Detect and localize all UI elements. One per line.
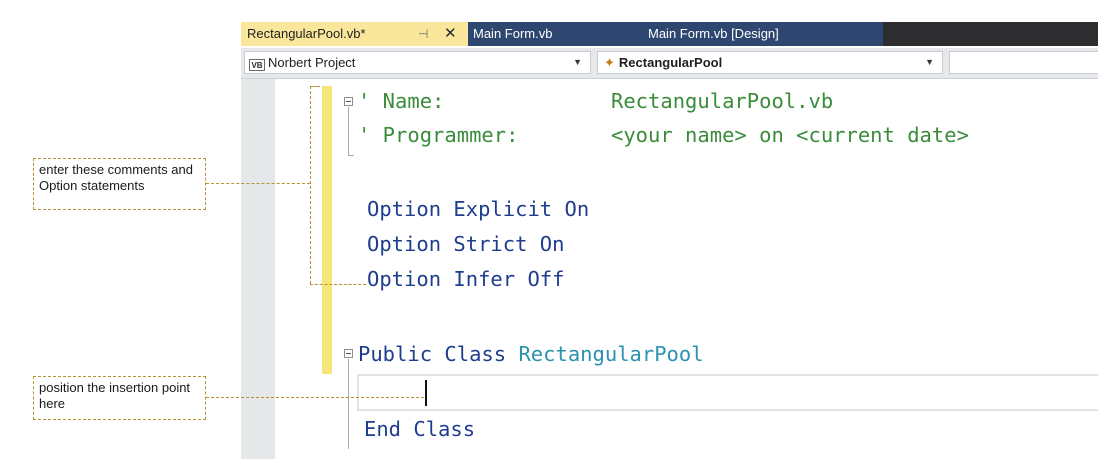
pin-icon[interactable]: ⊣ — [418, 22, 428, 46]
tab-label: RectangularPool.vb* — [247, 26, 366, 41]
current-line-highlight[interactable] — [357, 374, 1098, 411]
outline-line-end — [348, 155, 354, 156]
project-dropdown[interactable]: VB Norbert Project ▼ — [244, 51, 591, 74]
class-dropdown-label: RectangularPool — [618, 55, 723, 70]
callout-insertion-point: position the insertion point here — [33, 376, 206, 420]
class-icon: ✦ — [604, 55, 615, 70]
outline-line — [348, 359, 349, 449]
chevron-down-icon[interactable]: ▼ — [925, 52, 934, 73]
code-editor-window: RectangularPool.vb* ⊣ ✕ Main Form.vb Mai… — [241, 0, 1098, 459]
code-line-option-infer[interactable]: Option Infer Off — [367, 266, 564, 292]
document-tab-bar: RectangularPool.vb* ⊣ ✕ Main Form.vb Mai… — [241, 22, 1098, 46]
callout-bracket-line — [310, 86, 311, 284]
code-line-end-class[interactable]: End Class — [364, 416, 475, 442]
outline-line — [348, 107, 349, 155]
code-line-option-strict[interactable]: Option Strict On — [367, 231, 564, 257]
callout-bracket-top — [310, 86, 320, 87]
collapse-class-icon[interactable] — [344, 349, 353, 358]
callout-bracket-bottom — [310, 284, 366, 285]
comment-key: ' Name: — [358, 89, 445, 113]
editor-gutter — [241, 79, 275, 459]
collapse-comment-block-icon[interactable] — [344, 97, 353, 106]
comment-value: RectangularPool.vb — [611, 89, 834, 113]
code-line-programmer-comment[interactable]: ' Programmer: <your name> on <current dat… — [358, 122, 969, 148]
close-icon[interactable]: ✕ — [444, 22, 457, 46]
callout-leader-line — [206, 397, 424, 398]
change-tracking-bar — [322, 86, 332, 374]
code-line-option-explicit[interactable]: Option Explicit On — [367, 196, 589, 222]
comment-key: ' Programmer: — [358, 123, 519, 147]
vb-project-icon: VB — [249, 59, 265, 71]
chevron-down-icon[interactable]: ▼ — [573, 52, 582, 73]
navigation-bar: VB Norbert Project ▼ ✦ RectangularPool ▼ — [241, 48, 1098, 79]
code-line-name-comment[interactable]: ' Name: RectangularPool.vb — [358, 88, 833, 114]
member-dropdown[interactable] — [949, 51, 1098, 74]
callout-leader-line — [206, 183, 310, 184]
comment-value: <your name> on <current date> — [611, 123, 969, 147]
public-class-keyword: Public Class — [358, 342, 519, 366]
callout-enter-comments: enter these comments and Option statemen… — [33, 158, 206, 210]
tab-main-form-design[interactable]: Main Form.vb [Design] — [588, 22, 883, 46]
tab-label: Main Form.vb — [473, 26, 553, 41]
tab-rectangularpool-vb[interactable]: RectangularPool.vb* ⊣ ✕ — [241, 22, 468, 46]
tab-main-form-vb[interactable]: Main Form.vb — [468, 22, 588, 46]
insertion-point-caret — [425, 380, 427, 406]
project-dropdown-label: Norbert Project — [268, 55, 356, 70]
tab-label: Main Form.vb [Design] — [648, 26, 779, 41]
class-name: RectangularPool — [518, 342, 704, 366]
code-line-public-class[interactable]: Public Class RectangularPool — [358, 341, 704, 367]
class-dropdown[interactable]: ✦ RectangularPool ▼ — [597, 51, 943, 74]
